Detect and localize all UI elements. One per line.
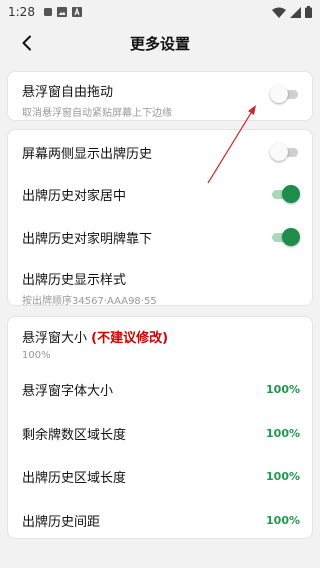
font-size-value: 100% (266, 383, 300, 396)
window-size-row[interactable]: 悬浮窗大小 (不建议修改) 100% (22, 327, 300, 361)
history-len-label: 出牌历史区域长度 (22, 471, 127, 486)
float-drag-text: 悬浮窗自由拖动 取消悬浮窗自动紧贴屏幕上下边缘 (22, 81, 172, 119)
not-recommended-warning: (不建议修改) (91, 331, 169, 346)
remaining-len-value: 100% (266, 427, 300, 440)
back-button[interactable] (12, 28, 42, 58)
history-spacing-label: 出牌历史间距 (22, 515, 101, 530)
display-style-label: 出牌历史显示样式 (22, 273, 127, 288)
toggle-thumb (270, 85, 288, 103)
status-left: 1:28 (8, 5, 82, 19)
remaining-len-label: 剩余牌数区域长度 (22, 428, 127, 443)
both-sides-label: 屏幕两侧显示出牌历史 (22, 146, 153, 162)
both-sides-toggle[interactable] (270, 142, 300, 162)
window-size-title: 悬浮窗大小 (22, 331, 92, 346)
opposite-center-label: 出牌历史对家居中 (22, 188, 127, 204)
wifi-icon (272, 7, 286, 18)
status-bar: 1:28 (0, 0, 320, 24)
toggle-thumb (282, 228, 300, 246)
float-drag-card: 悬浮窗自由拖动 取消悬浮窗自动紧贴屏幕上下边缘 (7, 71, 313, 121)
history-len-value: 100% (266, 470, 300, 483)
float-drag-row[interactable]: 悬浮窗自由拖动 取消悬浮窗自动紧贴屏幕上下边缘 (22, 81, 300, 119)
history-len-row[interactable]: 出牌历史区域长度 100% (22, 467, 300, 486)
font-size-row[interactable]: 悬浮窗字体大小 100% (22, 380, 300, 399)
font-size-label: 悬浮窗字体大小 (22, 384, 114, 399)
history-settings-card: 屏幕两侧显示出牌历史 出牌历史对家居中 出牌历史对家明牌靠下 出牌历史显示样式 … (7, 129, 313, 307)
toggle-thumb (282, 185, 300, 203)
signal-icon (290, 6, 301, 18)
status-right (272, 6, 312, 18)
window-size-value: 100% (22, 350, 51, 361)
float-drag-label: 悬浮窗自由拖动 (22, 85, 114, 100)
display-style-text: 出牌历史显示样式 按出牌顺序34567·AAA98·55 (22, 269, 157, 307)
remaining-len-row[interactable]: 剩余牌数区域长度 100% (22, 424, 300, 443)
back-arrow-icon (22, 35, 31, 51)
opposite-ming-row[interactable]: 出牌历史对家明牌靠下 (22, 227, 300, 247)
opposite-ming-toggle[interactable] (270, 227, 300, 247)
app-header: 更多设置 (0, 24, 320, 62)
window-size-card: 悬浮窗大小 (不建议修改) 100% 悬浮窗字体大小 100% 剩余牌数区域长度… (7, 316, 313, 539)
window-size-text: 悬浮窗大小 (不建议修改) 100% (22, 327, 168, 361)
float-drag-toggle[interactable] (270, 84, 300, 104)
display-style-row[interactable]: 出牌历史显示样式 按出牌顺序34567·AAA98·55 (22, 269, 300, 307)
battery-icon (305, 6, 312, 18)
image-icon (56, 7, 67, 17)
status-time: 1:28 (8, 5, 35, 19)
opposite-center-toggle[interactable] (270, 184, 300, 204)
opposite-ming-label: 出牌历史对家明牌靠下 (22, 231, 153, 247)
both-sides-row[interactable]: 屏幕两侧显示出牌历史 (22, 142, 300, 162)
opposite-center-row[interactable]: 出牌历史对家居中 (22, 184, 300, 204)
float-drag-description: 取消悬浮窗自动紧贴屏幕上下边缘 (22, 108, 172, 119)
history-spacing-row[interactable]: 出牌历史间距 100% (22, 511, 300, 530)
notification-dot-icon (43, 8, 52, 16)
history-spacing-value: 100% (266, 514, 300, 527)
font-icon (71, 7, 82, 17)
window-size-label: 悬浮窗大小 (不建议修改) (22, 327, 168, 346)
page-title: 更多设置 (129, 34, 190, 53)
display-style-value: 按出牌顺序34567·AAA98·55 (22, 296, 157, 307)
toggle-thumb (270, 143, 288, 161)
